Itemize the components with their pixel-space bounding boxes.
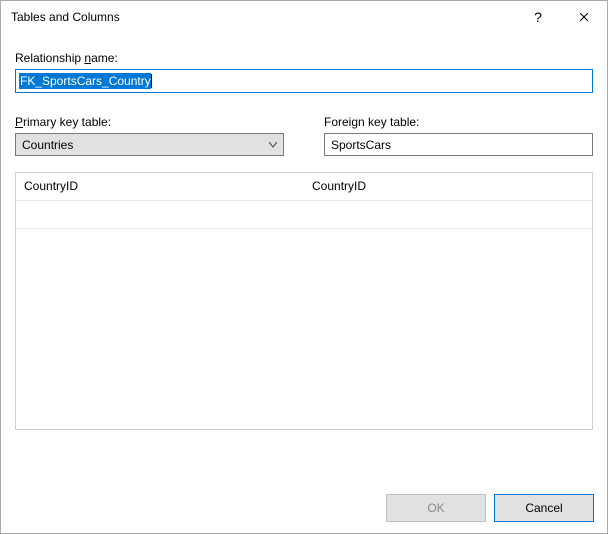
label-accelerator: P [15, 115, 23, 129]
foreign-columns-list[interactable]: CountryID [304, 173, 592, 429]
dialog-footer: OK Cancel [386, 494, 594, 522]
help-button[interactable]: ? [515, 1, 561, 33]
relationship-name-label: Relationship name: [15, 51, 593, 65]
cancel-button[interactable]: Cancel [494, 494, 594, 522]
list-item[interactable]: CountryID [304, 173, 592, 201]
list-item[interactable]: CountryID [16, 173, 304, 201]
help-icon: ? [534, 9, 542, 25]
button-label: OK [427, 501, 444, 515]
table-selectors: Primary key table: Countries Foreign key… [15, 115, 593, 156]
foreign-key-column: Foreign key table: SportsCars [324, 115, 593, 156]
foreign-key-table-field: SportsCars [324, 133, 593, 156]
label-text: ame: [91, 51, 118, 65]
list-item[interactable] [304, 201, 592, 229]
label-text: Relationship [15, 51, 84, 65]
primary-key-label: Primary key table: [15, 115, 284, 129]
grid-empty [304, 229, 592, 429]
text-caret [151, 74, 152, 88]
relationship-name-input[interactable]: FK_SportsCars_Country [15, 69, 593, 93]
relationship-name-value: FK_SportsCars_Country [19, 73, 151, 89]
columns-grid: CountryID CountryID [15, 172, 593, 430]
button-label: Cancel [525, 501, 562, 515]
close-icon [579, 9, 589, 25]
foreign-key-table-value: SportsCars [331, 138, 391, 152]
primary-key-table-value: Countries [22, 138, 73, 152]
close-button[interactable] [561, 1, 607, 33]
grid-empty [16, 229, 304, 429]
column-name: CountryID [312, 179, 366, 193]
title-bar: Tables and Columns ? [1, 1, 607, 33]
chevron-down-icon [269, 142, 277, 148]
window-title: Tables and Columns [11, 10, 515, 24]
dialog-content: Relationship name: FK_SportsCars_Country… [1, 33, 607, 442]
label-text: rimary key table: [23, 115, 111, 129]
primary-key-table-combo[interactable]: Countries [15, 133, 284, 156]
column-name: CountryID [24, 179, 78, 193]
primary-key-column: Primary key table: Countries [15, 115, 284, 156]
ok-button: OK [386, 494, 486, 522]
primary-columns-list[interactable]: CountryID [16, 173, 304, 429]
list-item[interactable] [16, 201, 304, 229]
foreign-key-label: Foreign key table: [324, 115, 593, 129]
